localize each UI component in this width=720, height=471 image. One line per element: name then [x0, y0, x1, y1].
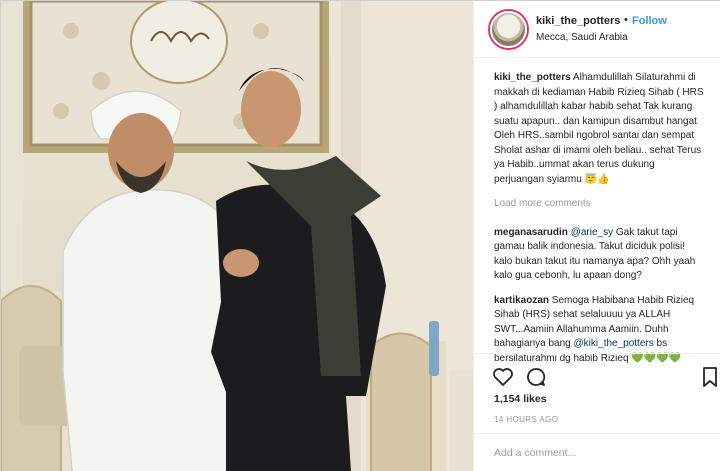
add-comment-input[interactable]: [494, 447, 704, 459]
heart-outline-icon[interactable]: [491, 365, 515, 389]
actions-divider: [474, 353, 720, 354]
comment: kartikaozan Semoga Habibana Habib Rizieq…: [494, 294, 704, 367]
location-link[interactable]: Mecca, Saudi Arabia: [536, 32, 628, 43]
instagram-post-frame: kiki_the_potters • Follow Mecca, Saudi A…: [0, 0, 720, 471]
comment-mention[interactable]: @kiki_the_potters: [574, 338, 654, 349]
post-photo[interactable]: [1, 1, 473, 471]
add-comment-row: [474, 433, 720, 471]
speech-bubble-icon[interactable]: [524, 365, 548, 389]
likes-count[interactable]: 1,154 likes: [494, 393, 547, 405]
profile-avatar[interactable]: [490, 11, 527, 48]
post-timestamp: 14 HOURS AGO: [494, 415, 559, 424]
load-more-comments-button[interactable]: Load more comments: [494, 197, 704, 212]
separator-dot: •: [624, 14, 628, 26]
comment-mention[interactable]: @arie_sy: [568, 227, 613, 238]
comment-text: Alhamdulillah Silaturahmi di makkah di k…: [494, 72, 704, 185]
follow-button[interactable]: Follow: [632, 15, 667, 27]
post-header: kiki_the_potters • Follow Mecca, Saudi A…: [474, 1, 720, 58]
comment-username[interactable]: meganasarudin: [494, 227, 568, 238]
caption: kiki_the_potters Alhamdulillah Silaturah…: [494, 71, 704, 187]
comment: meganasarudin @arie_sy Gak takut tapi ga…: [494, 226, 704, 284]
comment-username[interactable]: kartikaozan: [494, 295, 549, 306]
comment-username[interactable]: kiki_the_potters: [494, 72, 571, 83]
post-username-link[interactable]: kiki_the_potters: [536, 15, 620, 27]
comments-list: kiki_the_potters Alhamdulillah Silaturah…: [494, 71, 704, 376]
bookmark-icon[interactable]: [701, 365, 719, 389]
photo-illustration: [1, 1, 473, 471]
post-side-panel: kiki_the_potters • Follow Mecca, Saudi A…: [473, 1, 720, 471]
